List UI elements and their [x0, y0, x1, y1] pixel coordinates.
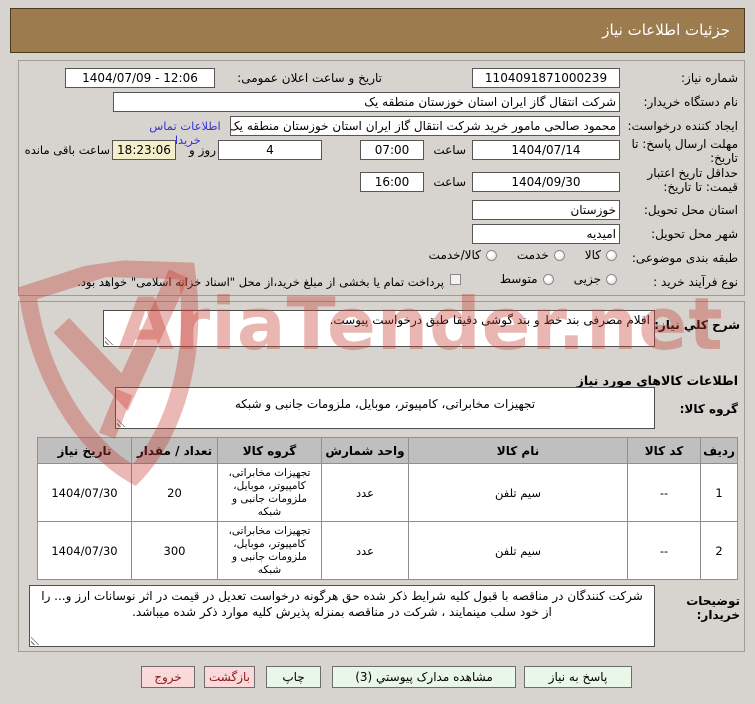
- delivery-city-label: شهر محل تحویل:: [651, 227, 738, 241]
- table-header-cell: واحد شمارش: [321, 437, 409, 464]
- table-header-cell: کد کالا: [627, 437, 701, 464]
- need-description-label: شرح كلي نياز:: [654, 318, 740, 332]
- items-table-head: ردیف کد کالا نام کالا واحد شمارش گروه کالا تع…: [37, 437, 738, 464]
- view-attachments-button[interactable]: مشاهده مدارک پیوستي (3): [332, 666, 516, 688]
- treasury-checkbox-label: پرداخت تمام یا بخشی از مبلغ خرید،از محل …: [77, 275, 444, 289]
- table-cell: تجهیزات مخابراتی، کامپیوتر، موبایل، ملزو…: [217, 463, 322, 522]
- table-cell: 2: [700, 521, 738, 580]
- table-cell: --: [627, 463, 701, 522]
- radio-service-icon: [553, 249, 565, 261]
- radio-minor[interactable]: جزیی: [574, 272, 617, 286]
- table-cell: تجهیزات مخابراتی، کامپیوتر، موبایل، ملزو…: [217, 521, 322, 580]
- radio-goods-icon: [606, 249, 617, 261]
- radio-goods-service-icon: [485, 249, 497, 261]
- days-and-label: روز و: [189, 143, 216, 157]
- announce-datetime-label: تاریخ و ساعت اعلان عمومی:: [237, 71, 382, 85]
- announce-datetime-field[interactable]: 1404/07/09 - 12:06: [65, 68, 215, 88]
- table-header-cell: نام کالا: [408, 437, 628, 464]
- need-number-field[interactable]: 1104091871000239: [472, 68, 620, 88]
- days-remaining-field: 4: [218, 140, 322, 160]
- time-remaining-field: 18:23:06: [112, 140, 176, 160]
- table-cell: عدد: [321, 463, 409, 522]
- radio-goods-service[interactable]: کالا/خدمت: [429, 248, 497, 262]
- table-cell: سیم تلفن: [408, 463, 628, 522]
- table-cell: 1404/07/30: [37, 521, 132, 580]
- request-creator-field[interactable]: محمود صالحی مامور خرید شرکت انتقال گاز ا…: [230, 116, 620, 136]
- response-deadline-label: مهلت ارسال پاسخ: تا تاریخ:: [631, 137, 738, 165]
- table-cell: سیم تلفن: [408, 521, 628, 580]
- hours-remaining-label: ساعت باقی مانده: [24, 143, 110, 157]
- radio-minor-label: جزیی: [573, 272, 601, 286]
- radio-medium[interactable]: متوسط: [500, 272, 554, 286]
- page-title: جزئیات اطلاعات نیاز: [10, 8, 745, 53]
- price-validity-label: حداقل تاریخ اعتبار قیمت: تا تاریخ:: [647, 166, 738, 194]
- radio-goods-label: کالا: [584, 248, 601, 262]
- table-header-cell: تاریخ نیاز: [37, 437, 132, 464]
- radio-goods[interactable]: کالا: [585, 248, 617, 262]
- goods-group-textarea[interactable]: تجهیزات مخابراتی، کامپیوتر، موبایل، ملزو…: [115, 387, 655, 429]
- items-table: ردیف کد کالا نام کالا واحد شمارش گروه کالا تع…: [37, 437, 738, 580]
- response-deadline-time-field[interactable]: 07:00: [360, 140, 424, 160]
- validity-hour-label: ساعت: [433, 175, 466, 189]
- table-cell: 1404/07/30: [37, 463, 132, 522]
- radio-service-label: خدمت: [516, 248, 549, 262]
- price-validity-date-field[interactable]: 1404/09/30: [472, 172, 620, 192]
- goods-group-label: گروه کالا:: [679, 402, 738, 416]
- back-button[interactable]: بازگشت: [204, 666, 255, 688]
- treasury-checkbox[interactable]: [450, 274, 461, 285]
- table-header-cell: ردیف: [700, 437, 738, 464]
- resize-handle-icon[interactable]: [117, 418, 126, 427]
- table-cell: عدد: [321, 521, 409, 580]
- request-creator-label: ایجاد کننده درخواست:: [627, 119, 738, 133]
- resize-handle-icon[interactable]: [31, 636, 40, 645]
- purchase-process-label: نوع فرآیند خرید :: [653, 275, 738, 289]
- delivery-province-label: استان محل تحویل:: [643, 203, 738, 217]
- table-cell: 20: [131, 463, 218, 522]
- radio-medium-icon: [542, 273, 554, 285]
- table-header-cell: تعداد / مقدار: [131, 437, 218, 464]
- respond-to-need-button[interactable]: پاسخ به نیاز: [524, 666, 632, 688]
- table-row: 2 -- سیم تلفن عدد تجهیزات مخابراتی، کامپیوتر…: [37, 521, 738, 580]
- table-row: 1 -- سیم تلفن عدد تجهیزات مخابراتی، کامپیوتر…: [37, 463, 738, 522]
- deadline-hour-label: ساعت: [433, 143, 466, 157]
- need-number-label: شماره نیاز:: [681, 71, 738, 85]
- delivery-city-field[interactable]: امیدیه: [472, 224, 620, 244]
- buyer-notes-label: توضیحات خریدار:: [686, 594, 740, 622]
- radio-minor-icon: [606, 273, 617, 285]
- need-description-textarea[interactable]: اقلام مصرفی بند خط و بند گوشی دقیقا طبق …: [103, 310, 655, 347]
- radio-service[interactable]: خدمت: [517, 248, 565, 262]
- buyer-org-field[interactable]: شرکت انتقال گاز ایران استان خوزستان منطق…: [113, 92, 620, 112]
- exit-button[interactable]: خروج: [141, 666, 195, 688]
- need-details-window: جزئیات اطلاعات نیاز شماره نیاز: 11040918…: [0, 0, 755, 704]
- radio-goods-service-label: کالا/خدمت: [428, 248, 481, 262]
- radio-medium-label: متوسط: [499, 272, 538, 286]
- response-deadline-date-field[interactable]: 1404/07/14: [472, 140, 620, 160]
- print-button[interactable]: چاپ: [266, 666, 321, 688]
- buyer-notes-textarea[interactable]: شرکت کنندگان در مناقصه با قبول کلیه شرای…: [29, 585, 655, 647]
- table-header-cell: گروه کالا: [217, 437, 322, 464]
- price-validity-time-field[interactable]: 16:00: [360, 172, 424, 192]
- table-cell: --: [627, 521, 701, 580]
- subject-classification-label: طبقه بندی موضوعی:: [631, 251, 738, 265]
- items-table-body: 1 -- سیم تلفن عدد تجهیزات مخابراتی، کامپیوتر…: [37, 463, 738, 580]
- buyer-org-label: نام دستگاه خریدار:: [643, 95, 739, 109]
- goods-info-header: اطلاعات کالاهاي مورد نیاز: [576, 373, 738, 388]
- delivery-province-field[interactable]: خوزستان: [472, 200, 620, 220]
- table-cell: 1: [700, 463, 738, 522]
- table-cell: 300: [131, 521, 218, 580]
- resize-handle-icon[interactable]: [105, 336, 114, 345]
